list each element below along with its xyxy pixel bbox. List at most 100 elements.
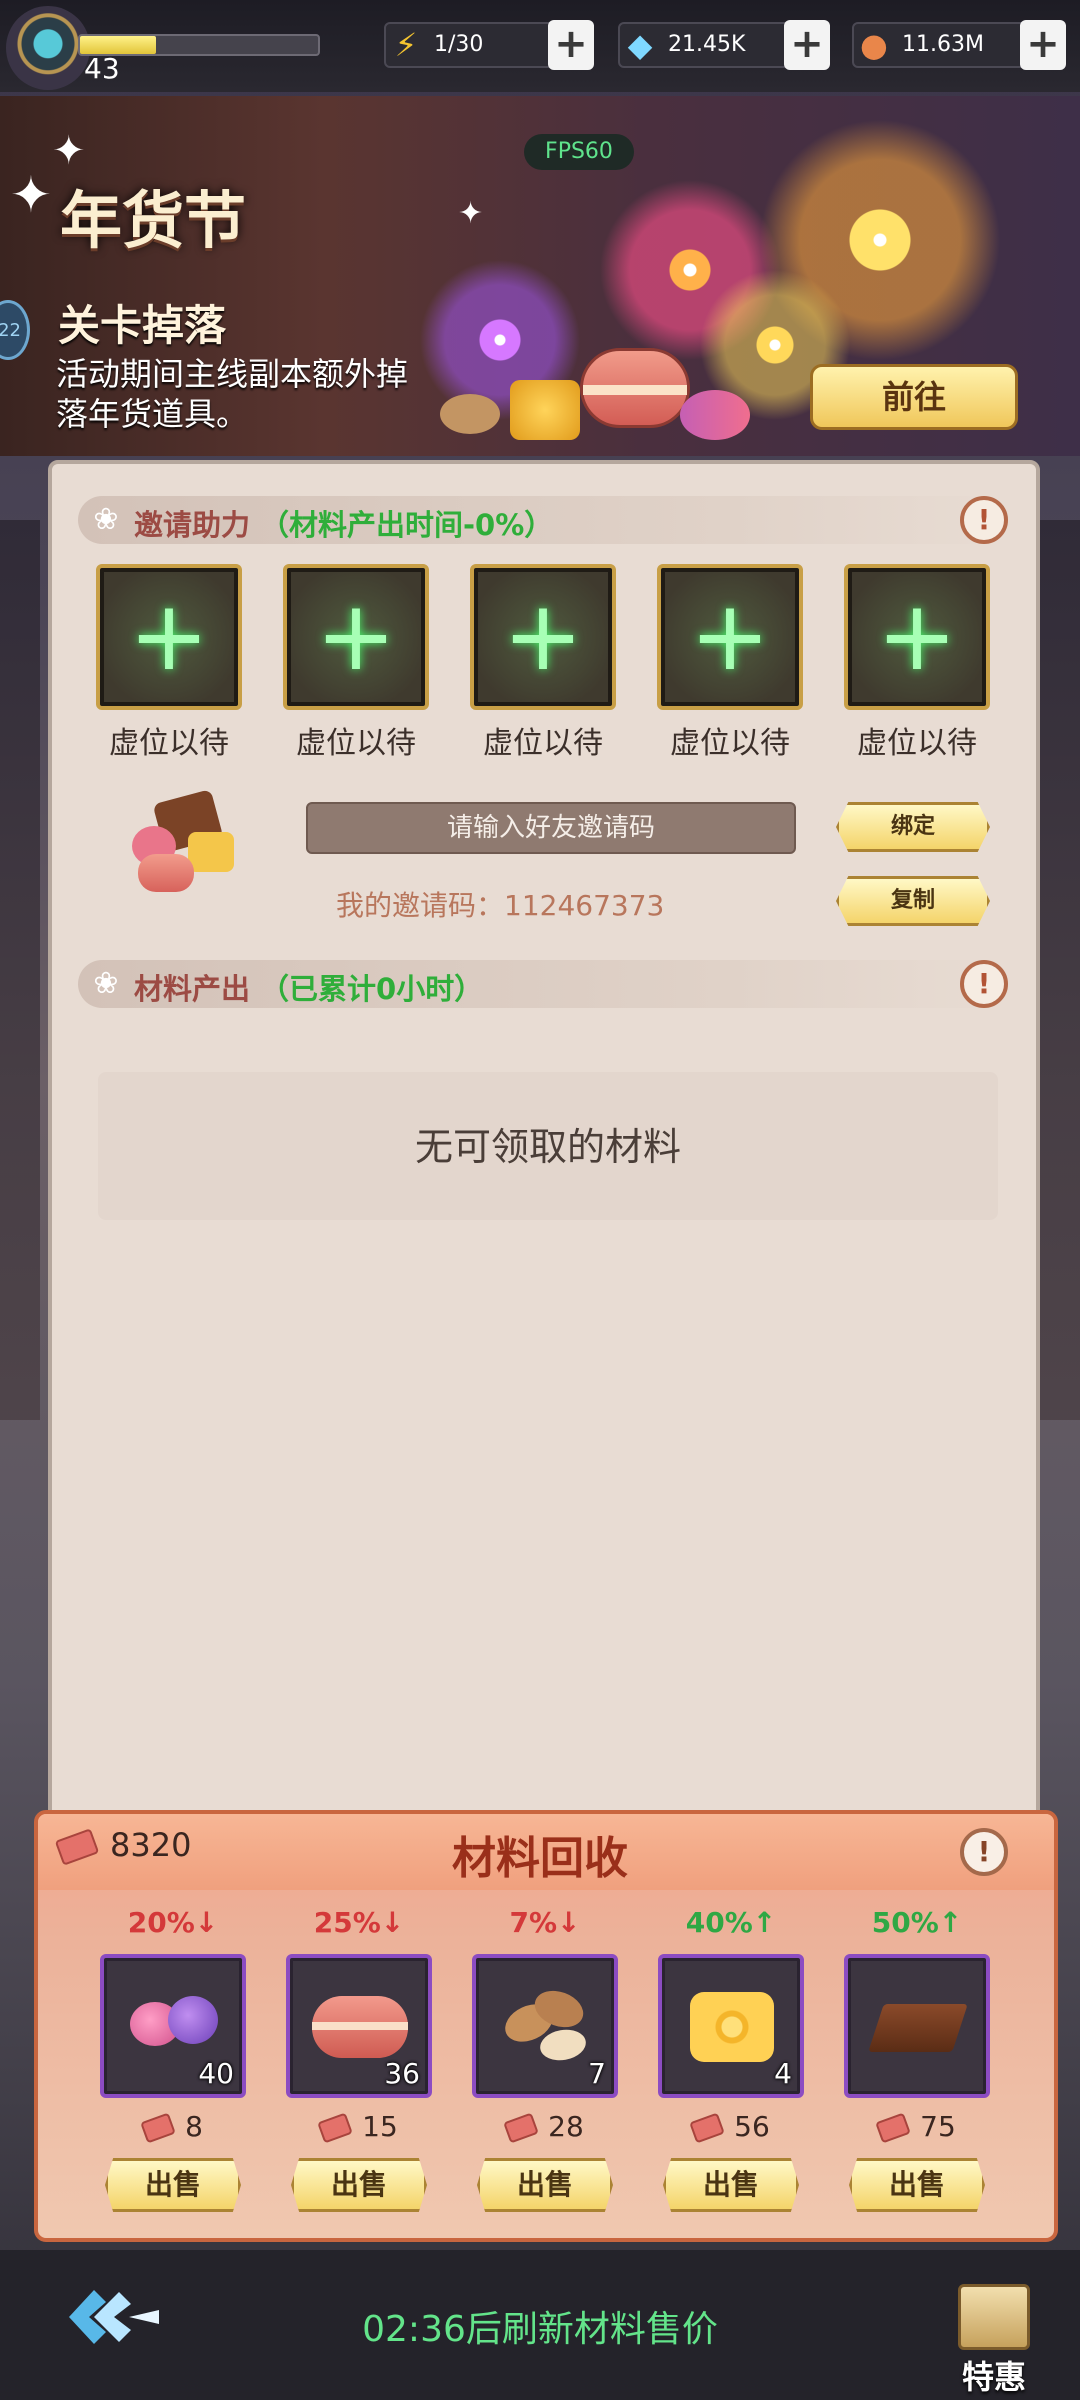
macaron-icon (580, 348, 690, 428)
invite-code-input[interactable]: 请输入好友邀请码 (306, 802, 796, 854)
sell-button-almonds[interactable]: 出售 (477, 2158, 613, 2212)
ticket-icon (689, 2112, 726, 2144)
invite-header-label: 邀请助力 (134, 508, 251, 542)
item-price-value: 15 (362, 2110, 398, 2143)
invite-slot-3[interactable]: + (470, 564, 616, 710)
empty-materials-text: 无可领取的材料 (414, 1125, 681, 1169)
diamond-icon: ◆ (627, 26, 653, 64)
background-scenery-left (0, 520, 40, 1420)
gift-box-icon (958, 2284, 1030, 2350)
ticket-icon (503, 2112, 540, 2144)
invite-slot-5[interactable]: + (844, 564, 990, 710)
sell-button-honeycomb[interactable]: 出售 (663, 2158, 799, 2212)
slot-label: 虚位以待 (670, 726, 790, 761)
slot-label: 虚位以待 (483, 726, 603, 761)
event-description: 活动期间主线副本额外掉落年货道具。 (56, 355, 409, 433)
price-change: 50%↑ (871, 1906, 963, 1939)
output-header-label: 材料产出 (134, 972, 251, 1006)
almond-icon (440, 394, 500, 434)
chocolate-icon (866, 1976, 970, 2072)
item-price-value: 8 (185, 2110, 203, 2143)
recycle-title: 材料回收 (452, 1833, 628, 1884)
material-item-candy[interactable]: 40 (100, 1954, 246, 2098)
plus-icon: + (876, 580, 958, 692)
invite-info-button[interactable]: ! (960, 496, 1008, 544)
bind-button[interactable]: 绑定 (836, 802, 990, 852)
coin-icon: ● (860, 26, 888, 64)
event-title: 年货节 (60, 184, 247, 257)
slot-label: 虚位以待 (296, 726, 416, 761)
item-count: 40 (198, 2057, 234, 2090)
item-count: 36 (384, 2057, 420, 2090)
item-count: 7 (588, 2057, 606, 2090)
honeycomb-icon (680, 1976, 784, 2072)
item-price: 75 (844, 2110, 990, 2144)
sparkle-icon: ✦ (458, 196, 484, 231)
almond-icon (494, 1976, 598, 2072)
item-price: 8 (100, 2110, 246, 2144)
slot-label: 虚位以待 (109, 726, 229, 761)
invite-header-note: （材料产出时间-0%） (260, 508, 554, 542)
sell-button-macaron[interactable]: 出售 (291, 2158, 427, 2212)
price-refresh-timer: 02:36后刷新材料售价 (362, 2309, 718, 2350)
ticket-icon (140, 2112, 176, 2144)
plus-icon: + (502, 580, 584, 692)
slot-label: 虚位以待 (857, 726, 977, 761)
energy-value: 1/30 (434, 32, 484, 57)
sparkle-icon: ✦ (52, 128, 86, 174)
price-change: 25%↓ (313, 1906, 405, 1939)
diamond-counter: ◆ 21.45K + (618, 20, 830, 70)
item-count: 4 (774, 2057, 792, 2090)
plus-icon: + (128, 580, 210, 692)
output-section-header: ❀ 材料产出 （已累计0小时） ! (78, 960, 1008, 1008)
invite-slot-2[interactable]: + (283, 564, 429, 710)
coin-counter: ● 11.63M + (852, 20, 1066, 70)
item-price: 28 (472, 2110, 618, 2144)
invite-slot-4[interactable]: + (657, 564, 803, 710)
item-price-value: 28 (548, 2110, 584, 2143)
item-price: 15 (286, 2110, 432, 2144)
item-price-value: 56 (734, 2110, 770, 2143)
output-info-button[interactable]: ! (960, 960, 1008, 1008)
special-offer-label: 特惠 (961, 2358, 1026, 2396)
candy-icon (680, 390, 750, 440)
copy-button[interactable]: 复制 (836, 876, 990, 926)
my-invite-code: 我的邀请码：112467373 (336, 889, 665, 922)
honeycomb-icon (510, 380, 580, 440)
price-change: 20%↓ (127, 1906, 219, 1939)
fps-indicator: FPS60 (524, 134, 634, 170)
fleur-icon: ❀ (93, 502, 119, 537)
go-button[interactable]: 前往 (810, 364, 1018, 430)
plus-icon: + (315, 580, 397, 692)
sparkle-icon: ✦ (10, 166, 52, 224)
fleur-icon: ❀ (93, 966, 119, 1001)
gift-treats-icon (118, 789, 238, 896)
item-price: 56 (658, 2110, 804, 2144)
material-item-macaron[interactable]: 36 (286, 1954, 432, 2098)
coin-value: 11.63M (902, 32, 984, 57)
energy-counter: ⚡ 1/30 + (384, 20, 594, 70)
add-diamond-button[interactable]: + (784, 20, 830, 70)
output-header-note: （已累计0小时） (260, 972, 484, 1006)
diamond-value: 21.45K (668, 32, 746, 57)
lightning-icon: ⚡ (394, 26, 418, 64)
sell-button-chocolate[interactable]: 出售 (849, 2158, 985, 2212)
treats-illustration (430, 340, 760, 450)
recycle-info-button[interactable]: ! (960, 1828, 1008, 1876)
output-header-text: 材料产出 （已累计0小时） (134, 966, 483, 1008)
ticket-icon (875, 2112, 912, 2144)
material-item-chocolate[interactable] (844, 1954, 990, 2098)
invite-slot-1[interactable]: + (96, 564, 242, 710)
invite-header-text: 邀请助力 （材料产出时间-0%） (134, 502, 553, 544)
price-change: 7%↓ (509, 1906, 581, 1939)
event-subtitle: 关卡掉落 (58, 301, 227, 350)
plus-icon: + (689, 580, 771, 692)
sell-button-candy[interactable]: 出售 (105, 2158, 241, 2212)
material-item-honeycomb[interactable]: 4 (658, 1954, 804, 2098)
add-energy-button[interactable]: + (548, 20, 594, 70)
invite-section-header: ❀ 邀请助力 （材料产出时间-0%） ! (78, 496, 1008, 544)
add-coin-button[interactable]: + (1020, 20, 1066, 70)
player-level: 43 (84, 52, 120, 85)
price-change: 40%↑ (685, 1906, 777, 1939)
material-item-almonds[interactable]: 7 (472, 1954, 618, 2098)
